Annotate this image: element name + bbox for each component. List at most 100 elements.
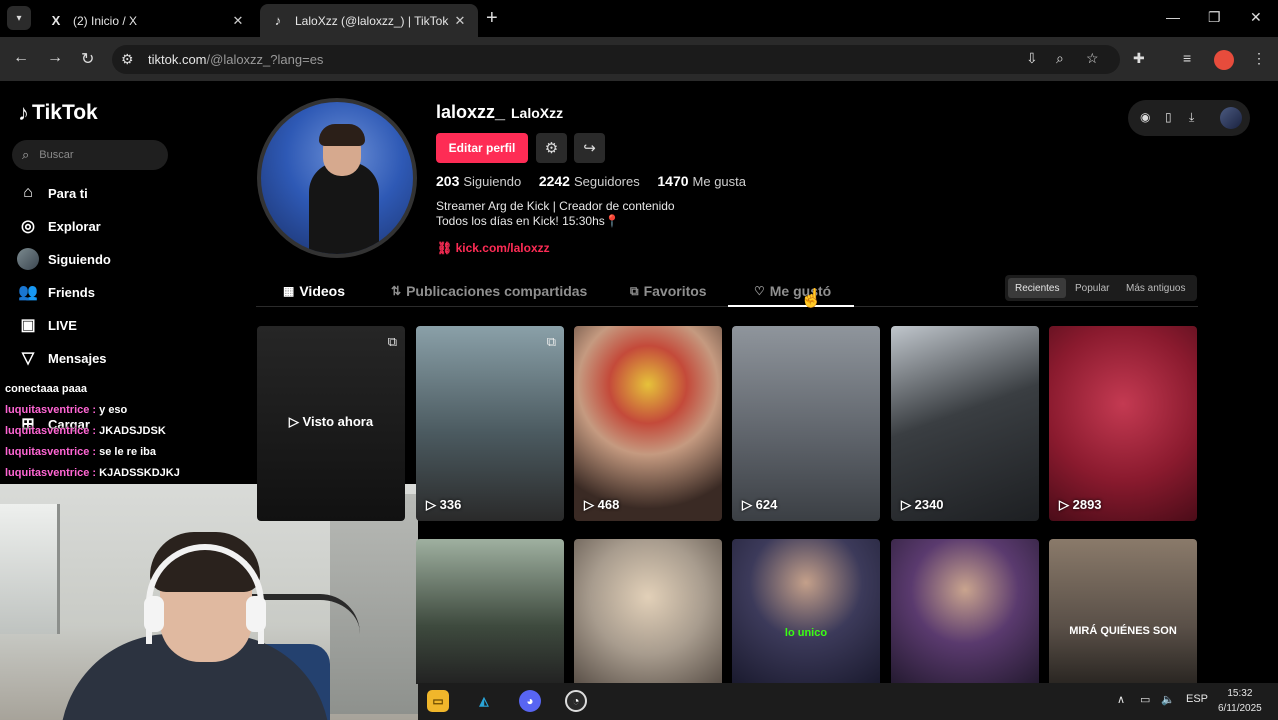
browser-tab-tiktok[interactable]: ♪ LaloXzz (@laloxzz_) | TikTok ✕ [260,4,478,37]
zoom-icon[interactable]: ⌕ [1056,50,1064,67]
profile-nickname: LaloXzz [511,105,564,121]
video-card-9[interactable]: lo unico [732,539,880,684]
video-card-7[interactable] [416,539,564,684]
video-card-5[interactable]: ▷ 2340 [891,326,1039,521]
sidebar-item-siguiendo[interactable]: Siguiendo [16,246,111,272]
sort-popular[interactable]: Popular [1068,278,1116,298]
tray-chevron-icon[interactable]: ∧ [1117,693,1125,706]
search-input[interactable] [39,149,150,161]
heart-icon: ♡ [754,284,765,298]
edit-profile-button[interactable]: Editar perfil [436,133,528,163]
profile-bio: Streamer Arg de Kick | Creador de conten… [436,199,675,228]
system-clock[interactable]: 15:32 6/11/2025 [1218,686,1262,716]
tiktok-logo-icon: ♪ [274,13,282,28]
tab-close-icon[interactable]: ✕ [452,13,468,29]
browser-tab-x[interactable]: X (2) Inicio / X ✕ [38,4,256,37]
sidebar-item-friends[interactable]: 👥 Friends [16,279,95,305]
file-explorer-icon[interactable]: ▭ [427,690,449,712]
media-controls-icon[interactable]: ≡ [1183,50,1191,66]
tabs-divider [256,306,1198,307]
url-text[interactable]: tiktok.com/@laloxzz_?lang=es [148,52,323,67]
tiktok-logo[interactable]: ♪ TikTok [18,100,98,126]
tab-search-button[interactable]: ▾ [7,6,31,30]
sidebar-item-live[interactable]: ▣ LIVE [16,312,76,338]
sort-oldest[interactable]: Más antiguos [1119,278,1192,298]
settings-gear-icon[interactable]: ⚙ [536,133,567,163]
close-window-icon[interactable]: ✕ [1250,9,1262,26]
mouse-cursor: ☝ [800,288,823,308]
volume-icon[interactable]: 🔈 [1161,693,1175,706]
browser-tab-strip: ▾ X (2) Inicio / X ✕ ♪ LaloXzz (@laloxzz… [0,0,1278,37]
grid-icon: ▦ [283,284,295,298]
language-indicator[interactable]: ESP [1186,693,1208,705]
browser-menu-icon[interactable]: ⋮ [1252,50,1266,67]
search-box[interactable]: ⌕ [12,140,168,170]
chat-message: luquitasventrice : y eso [5,404,128,416]
profile-avatar[interactable] [1214,50,1234,70]
forward-icon[interactable]: → [47,49,63,67]
bookmark-star-icon[interactable]: ☆ [1086,50,1099,67]
new-tab-button[interactable]: + [486,7,498,30]
tab-reposts[interactable]: ⇅ Publicaciones compartidas [391,283,587,299]
chat-message: luquitasventrice : se le re iba [5,446,157,458]
search-icon: ⌕ [22,147,30,162]
profile-avatar-large[interactable] [257,98,417,258]
compass-icon: ◎ [21,218,35,235]
toolbar-avatar[interactable] [1220,107,1242,129]
network-icon[interactable]: ▭ [1140,693,1150,706]
likes-count: 1470 [657,173,689,189]
home-icon: ⌂ [23,184,33,201]
profile-link[interactable]: ⛓ kick.com/laloxzz [437,241,550,255]
tab-indicator [728,305,854,307]
video-card-8[interactable] [574,539,722,684]
profile-username: laloxzz_ [436,102,506,122]
sidebar-item-explorar[interactable]: ◎ Explorar [16,213,101,239]
tab-title: (2) Inicio / X [73,13,138,28]
video-card-2[interactable]: ⧉ ▷ 336 [416,326,564,521]
video-caption: lo unico [784,627,828,639]
download-icon[interactable]: ⤓ [1189,110,1194,125]
tab-close-icon[interactable]: ✕ [230,13,246,29]
tab-videos[interactable]: ▦ Videos [283,283,345,299]
share-icon[interactable]: ↪ [574,133,605,163]
restore-icon[interactable]: ❐ [1208,9,1221,26]
site-info-icon[interactable]: ⚙ [121,51,134,68]
minimize-icon[interactable]: — [1166,9,1180,25]
view-count: ▷ 624 [742,497,778,512]
device-icon[interactable]: ▯ [1165,110,1172,124]
tab-title: LaloXzz (@laloxzz_) | TikTok [295,13,449,28]
repost-icon: ⇅ [391,284,402,298]
extensions-icon[interactable]: ✚ [1133,50,1145,67]
reload-icon[interactable]: ↻ [81,49,94,69]
view-count: ▷ 2340 [901,497,944,512]
chat-message: luquitasventrice : JKADSJDSK [5,425,166,437]
video-card-10[interactable] [891,539,1039,684]
tab-favorites[interactable]: ⧉ Favoritos [630,283,707,299]
sidebar-item-mensajes[interactable]: ▽ Mensajes [16,345,107,371]
view-count: ▷ 336 [426,497,462,512]
video-card-1[interactable]: ⧉ ▷ Visto ahora [257,326,405,521]
avatar [16,247,40,271]
back-icon[interactable]: ← [13,49,29,67]
live-icon: ▣ [20,317,36,334]
sidebar-item-para-ti[interactable]: ⌂ Para ti [16,180,88,206]
video-card-6[interactable]: ▷ 2893 [1049,326,1197,521]
pinned-icon: ⧉ [387,334,397,349]
friends-icon: 👥 [18,284,38,301]
obs-icon[interactable]: ◔ [565,690,587,712]
video-card-3[interactable]: ▷ 468 [574,326,722,521]
send-icon: ▽ [21,350,35,367]
discord-icon[interactable]: ◕ [519,690,541,712]
bookmark-icon: ⧉ [630,283,639,298]
app-icon[interactable]: ◭ [473,690,495,712]
x-logo-icon: X [51,13,61,28]
install-app-icon[interactable]: ⇩ [1026,50,1038,67]
link-icon: ⛓ [437,241,453,255]
video-card-11[interactable]: MIRÁ QUIÉNES SON [1049,539,1197,684]
pinned-icon: ⧉ [546,334,556,349]
chat-message: conectaaa paaa [5,383,87,395]
sort-recent[interactable]: Recientes [1008,278,1067,298]
coin-icon[interactable]: ◉ [1140,110,1150,124]
following-count: 203 [436,173,460,189]
video-card-4[interactable]: ▷ 624 [732,326,880,521]
